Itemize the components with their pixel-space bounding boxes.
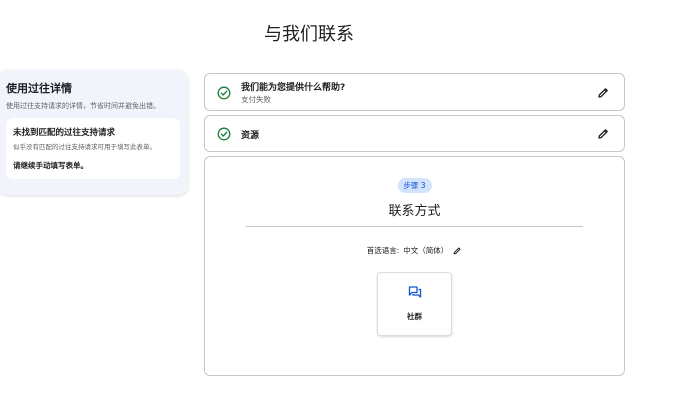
past-details-card: 使用过往详情 使用过往支持请求的详情，节省时间并避免出错。 未找到匹配的过往支持… <box>0 70 188 195</box>
past-details-title: 使用过往详情 <box>6 82 72 95</box>
community-option-button[interactable]: 社群 <box>377 272 452 336</box>
check-circle-icon <box>217 127 231 141</box>
past-details-description: 使用过往支持请求的详情，节省时间并避免出错。 <box>6 102 160 110</box>
option-label: 社群 <box>407 312 422 321</box>
preferred-language-row: 首选语言: 中文（简体） <box>205 245 624 256</box>
edit-pencil-icon[interactable] <box>452 246 462 256</box>
forum-chat-icon <box>408 286 421 298</box>
step-label: 资源 <box>241 131 260 141</box>
edit-pencil-icon[interactable] <box>596 86 610 100</box>
step-resources: 资源 <box>204 115 625 152</box>
manual-fill-note: 请继续手动填写表单。 <box>13 161 88 170</box>
step-help-topic: 我们能为您提供什么帮助? 支付失败 <box>204 73 625 111</box>
check-circle-icon <box>217 86 231 100</box>
edit-pencil-icon[interactable] <box>596 127 610 141</box>
step-badge: 步骤 3 <box>397 178 432 193</box>
no-match-description: 似乎没有匹配的过往支持请求可用于填写此表单。 <box>13 143 156 151</box>
no-match-notice: 未找到匹配的过往支持请求 似乎没有匹配的过往支持请求可用于填写此表单。 请继续手… <box>6 118 180 179</box>
page-title: 与我们联系 <box>264 24 354 45</box>
divider <box>246 226 583 227</box>
step-answer: 支付失败 <box>241 95 271 104</box>
no-match-title: 未找到匹配的过往支持请求 <box>13 128 116 138</box>
step-heading: 联系方式 <box>388 204 441 219</box>
language-value: 中文（简体） <box>403 246 449 255</box>
step-contact-method: 步骤 3 联系方式 首选语言: 中文（简体） 社群 <box>204 156 625 376</box>
language-label: 首选语言: <box>366 246 400 255</box>
step-question: 我们能为您提供什么帮助? <box>241 83 346 93</box>
